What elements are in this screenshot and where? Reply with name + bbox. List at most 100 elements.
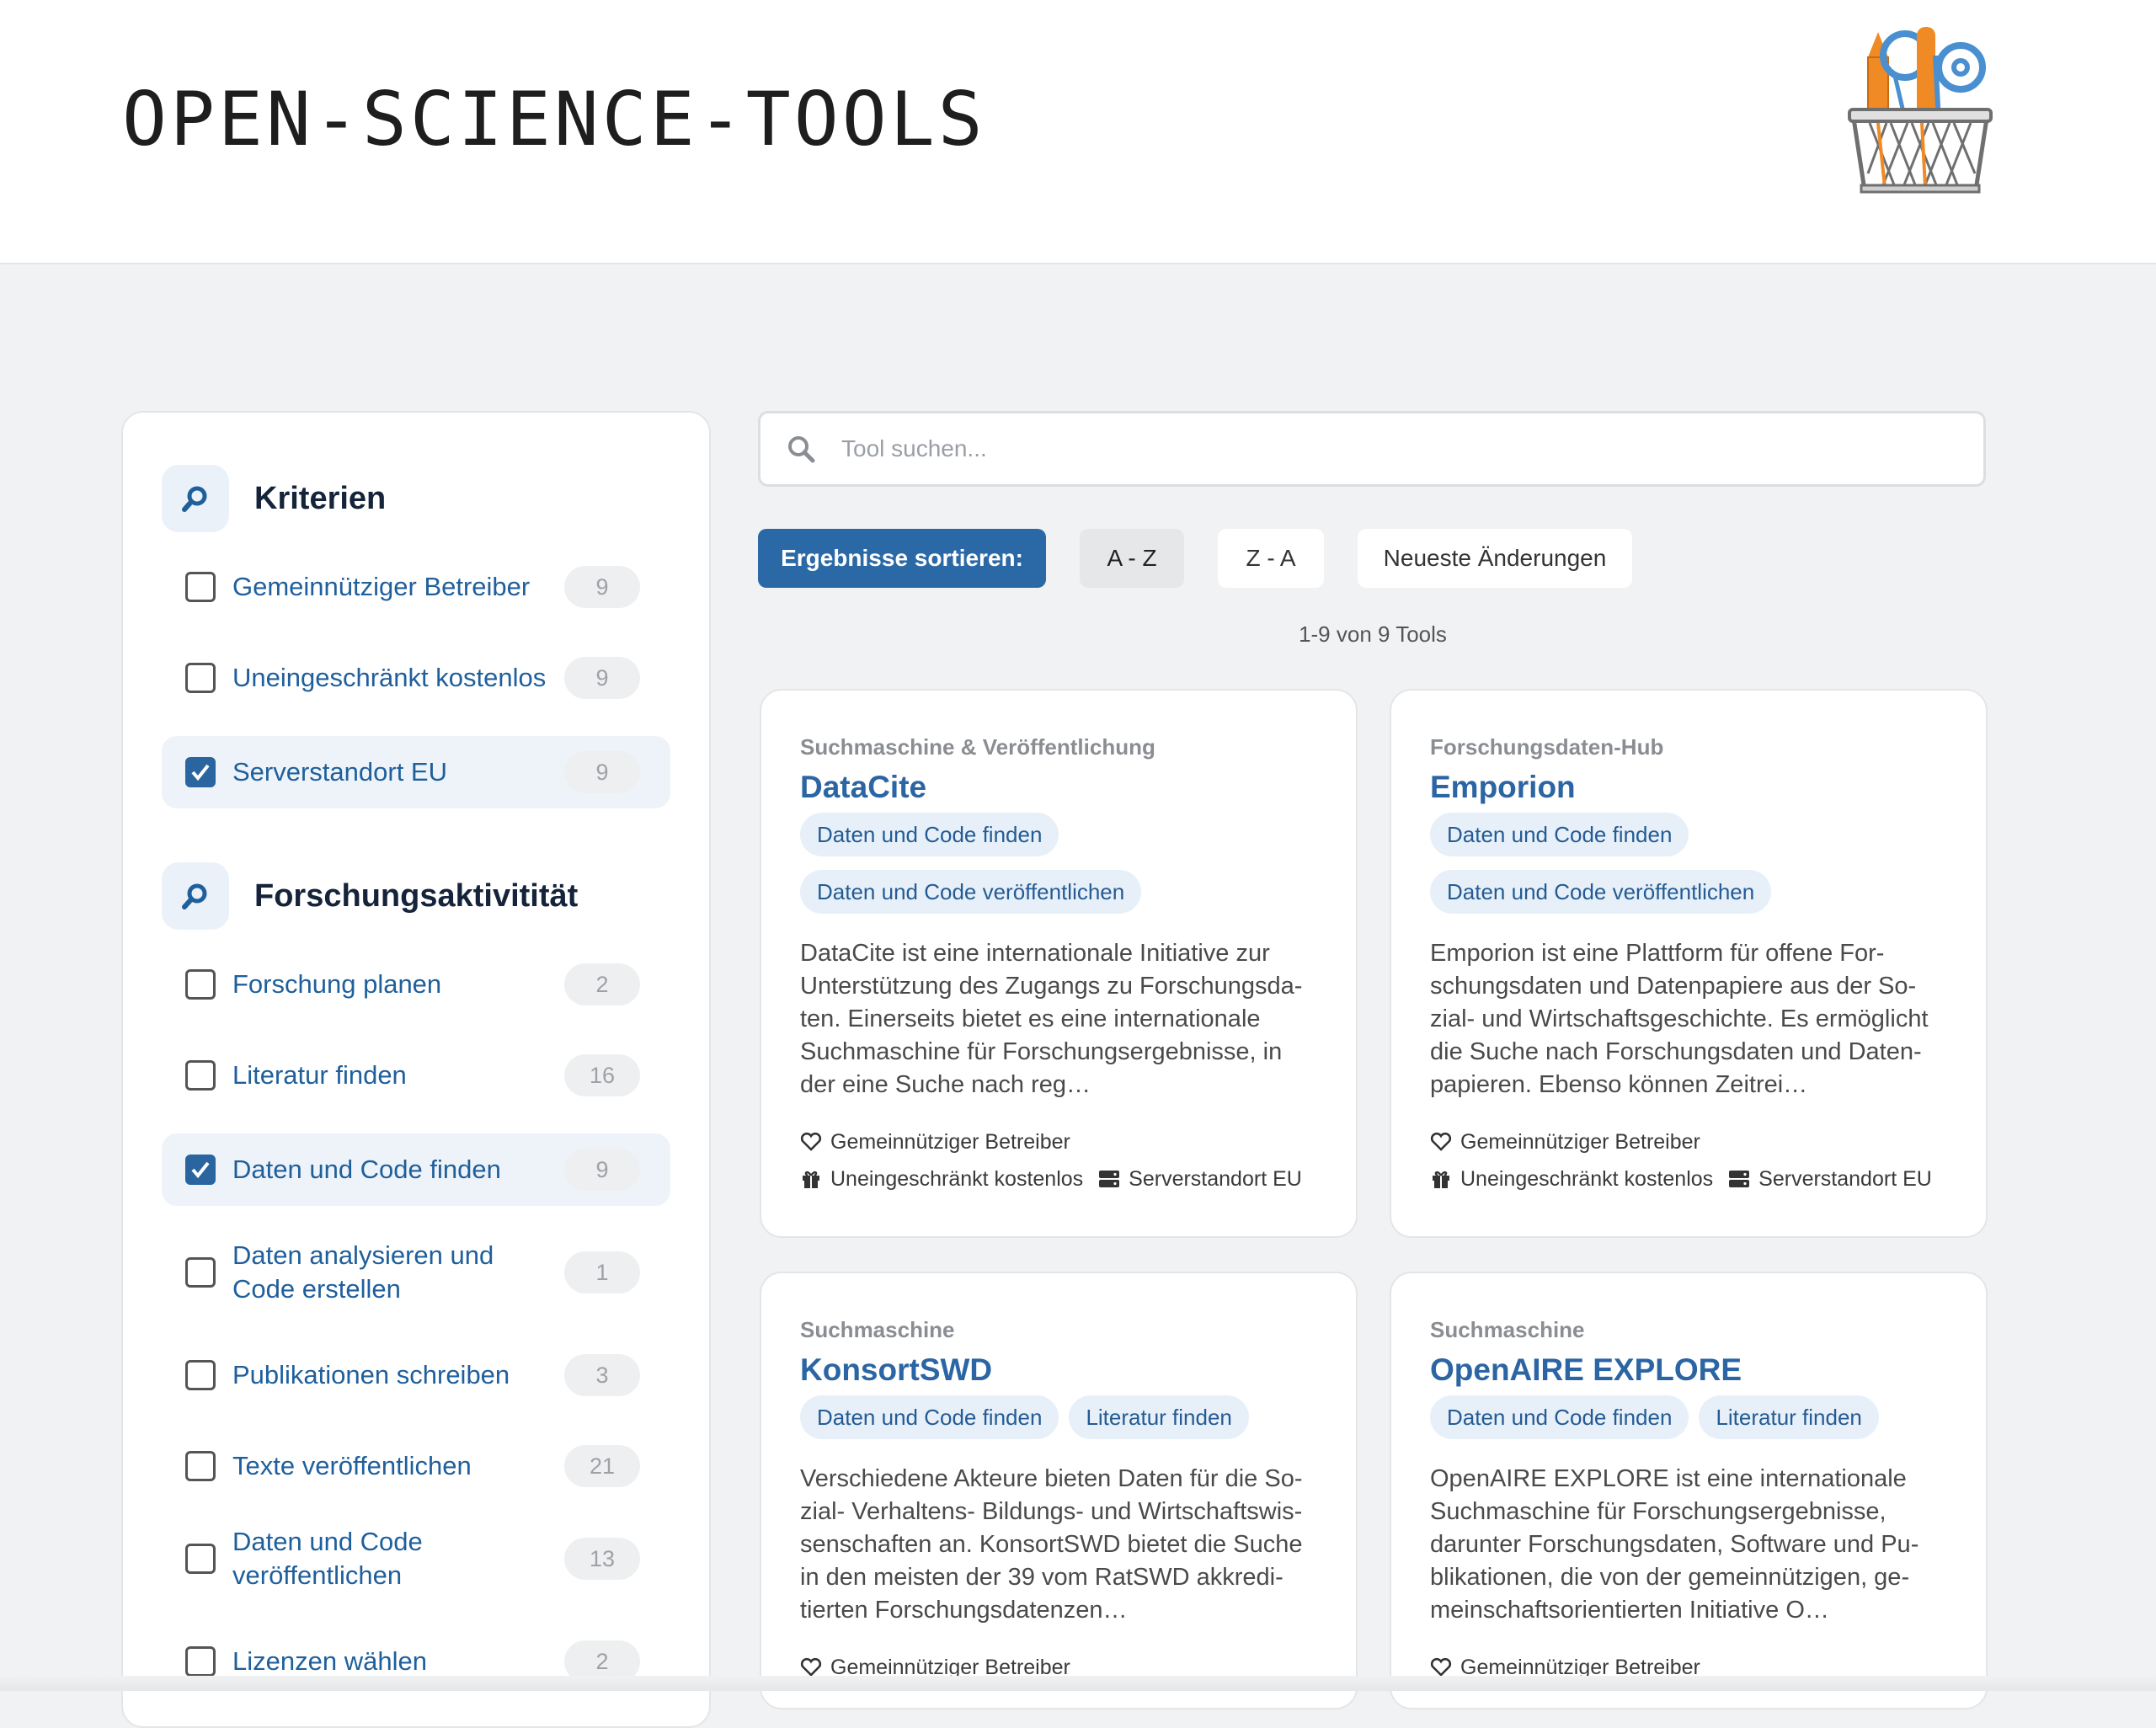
search-icon xyxy=(786,434,816,464)
tag[interactable]: Literatur finden xyxy=(1699,1395,1879,1439)
tool-card[interactable]: Suchmaschine & Veröffentlichung DataCite… xyxy=(760,689,1358,1238)
filter-gemeinnuetziger-betreiber[interactable]: Gemeinnütziger Betreiber 9 xyxy=(162,551,670,623)
filter-count: 1 xyxy=(564,1251,640,1293)
pencil-basket-logo[interactable] xyxy=(1844,22,1996,199)
bottom-edge xyxy=(0,1676,2156,1691)
checkbox[interactable] xyxy=(185,572,216,602)
server-icon xyxy=(1729,1171,1750,1187)
checkbox[interactable] xyxy=(185,1257,216,1288)
result-count: 1-9 von 9 Tools xyxy=(1299,621,1447,647)
sort-z-a-button[interactable]: Z - A xyxy=(1218,529,1324,588)
checkbox-checked[interactable] xyxy=(185,1155,216,1185)
card-tags: Daten und Code finden Literatur finden xyxy=(800,1395,1322,1439)
filter-serverstandort-eu[interactable]: Serverstandort EU 9 xyxy=(162,736,670,808)
card-tags: Daten und Code finden Daten und Code ver… xyxy=(800,813,1322,914)
checkbox[interactable] xyxy=(185,663,216,693)
filter-label[interactable]: Gemeinnütziger Betreiber xyxy=(232,570,552,604)
filter-label[interactable]: Texte veröffentlichen xyxy=(232,1449,552,1483)
feature-nonprofit: Gemeinnütziger Betreiber xyxy=(1430,1130,1700,1155)
filter-label[interactable]: Literatur finden xyxy=(232,1059,552,1092)
filter-texte-veroeffentlichen[interactable]: Texte veröffentlichen 21 xyxy=(162,1430,670,1502)
filter-label[interactable]: Daten und Code finden xyxy=(232,1153,552,1187)
search-bar[interactable] xyxy=(758,411,1986,487)
card-title[interactable]: OpenAIRE EXPLORE xyxy=(1430,1352,1952,1389)
checkmark-icon xyxy=(191,764,210,781)
tag[interactable]: Daten und Code veröffentlichen xyxy=(800,870,1142,914)
checkbox[interactable] xyxy=(185,969,216,1000)
tool-card[interactable]: Forschungsdaten-Hub Emporion Daten und C… xyxy=(1390,689,1988,1238)
checkbox[interactable] xyxy=(185,1544,216,1574)
search-input[interactable] xyxy=(840,435,1938,463)
filter-count: 9 xyxy=(564,751,640,793)
heart-icon xyxy=(1430,1132,1452,1151)
feature-nonprofit: Gemeinnütziger Betreiber xyxy=(800,1130,1070,1155)
tag[interactable]: Daten und Code veröffentlichen xyxy=(1430,870,1772,914)
gift-icon xyxy=(1433,1171,1449,1188)
filter-label[interactable]: Daten analysieren und Code erstellen xyxy=(232,1239,519,1306)
filter-count: 9 xyxy=(564,566,640,608)
feature-eu-server: Serverstandort EU xyxy=(1098,1167,1302,1192)
card-features: Gemeinnütziger Betreiber Uneingeschränkt… xyxy=(800,1123,1322,1197)
card-title[interactable]: Emporion xyxy=(1430,769,1952,806)
feature-free: Uneingeschränkt kostenlos xyxy=(800,1167,1083,1192)
checkbox[interactable] xyxy=(185,1646,216,1677)
site-title[interactable]: OPEN-SCIENCE-TOOLS xyxy=(122,77,986,162)
heart-icon xyxy=(800,1657,822,1677)
card-description: DataCite ist eine internationale Initiat… xyxy=(800,940,1303,1098)
checkbox[interactable] xyxy=(185,1360,216,1390)
feature-eu-server: Serverstandort EU xyxy=(1728,1167,1932,1192)
filter-count: 9 xyxy=(564,1149,640,1191)
filter-forschung-planen[interactable]: Forschung planen 2 xyxy=(162,948,670,1021)
card-description: Emporion ist eine Plattform für offene F… xyxy=(1430,940,1929,1098)
card-category: Suchmaschine xyxy=(800,1317,955,1342)
filter-uneingeschraenkt-kostenlos[interactable]: Uneingeschränkt kostenlos 9 xyxy=(162,642,670,714)
filter-count: 13 xyxy=(564,1538,640,1580)
tool-card[interactable]: Suchmaschine KonsortSWD Daten und Code f… xyxy=(760,1272,1358,1709)
checkmark-icon xyxy=(191,1161,210,1179)
tool-card[interactable]: Suchmaschine OpenAIRE EXPLORE Daten und … xyxy=(1390,1272,1988,1709)
filter-label[interactable]: Forschung planen xyxy=(232,968,552,1001)
checkbox-checked[interactable] xyxy=(185,757,216,787)
card-category: Forschungsdaten-Hub xyxy=(1430,734,1664,760)
heart-icon xyxy=(1430,1657,1452,1677)
filter-daten-und-code-finden[interactable]: Daten und Code finden 9 xyxy=(162,1133,670,1206)
sort-newest-button[interactable]: Neueste Änderungen xyxy=(1358,529,1632,588)
tag[interactable]: Daten und Code finden xyxy=(1430,813,1689,856)
filter-literatur-finden[interactable]: Literatur finden 16 xyxy=(162,1039,670,1112)
card-features: Gemeinnütziger Betreiber Uneingeschränkt… xyxy=(1430,1123,1952,1197)
section-criteria: Kriterien xyxy=(162,463,386,534)
filter-count: 21 xyxy=(564,1445,640,1487)
filter-sidebar: Kriterien Gemeinnütziger Betreiber 9 Une… xyxy=(121,411,711,1728)
card-title[interactable]: DataCite xyxy=(800,769,1322,806)
filter-label[interactable]: Uneingeschränkt kostenlos xyxy=(232,661,552,695)
filter-label[interactable]: Serverstandort EU xyxy=(232,755,552,789)
server-icon xyxy=(1099,1171,1120,1187)
filter-count: 3 xyxy=(564,1354,640,1396)
filter-count: 2 xyxy=(564,963,640,1005)
filter-label[interactable]: Daten und Code veröffentlichen xyxy=(232,1525,485,1592)
filter-publikationen-schreiben[interactable]: Publikationen schreiben 3 xyxy=(162,1339,670,1411)
card-category: Suchmaschine xyxy=(1430,1317,1585,1342)
filter-count: 9 xyxy=(564,657,640,699)
tag[interactable]: Literatur finden xyxy=(1069,1395,1249,1439)
tag[interactable]: Daten und Code finden xyxy=(1430,1395,1689,1439)
filter-label[interactable]: Lizenzen wählen xyxy=(232,1645,552,1678)
checkbox[interactable] xyxy=(185,1451,216,1481)
heart-icon xyxy=(800,1132,822,1151)
card-tags: Daten und Code finden Daten und Code ver… xyxy=(1430,813,1952,914)
sort-a-z-button[interactable]: A - Z xyxy=(1080,529,1184,588)
card-description: Verschiedene Akteure bieten Daten für di… xyxy=(800,1465,1303,1624)
filter-daten-analysieren[interactable]: Daten analysieren und Code erstellen 1 xyxy=(162,1226,670,1319)
section-research-activity: Forschungsaktivitität xyxy=(162,861,578,931)
filter-label[interactable]: Publikationen schreiben xyxy=(232,1358,552,1392)
tag[interactable]: Daten und Code finden xyxy=(800,813,1059,856)
filter-daten-und-code-veroeffentlichen[interactable]: Daten und Code veröffentlichen 13 xyxy=(162,1512,670,1605)
tag[interactable]: Daten und Code finden xyxy=(800,1395,1059,1439)
card-title[interactable]: KonsortSWD xyxy=(800,1352,1322,1389)
section-title-criteria: Kriterien xyxy=(254,480,387,516)
checkbox[interactable] xyxy=(185,1060,216,1091)
feature-free: Uneingeschränkt kostenlos xyxy=(1430,1167,1713,1192)
card-category: Suchmaschine & Veröffentlichung xyxy=(800,734,1155,760)
search-icon xyxy=(162,465,229,532)
card-tags: Daten und Code finden Literatur finden xyxy=(1430,1395,1952,1439)
